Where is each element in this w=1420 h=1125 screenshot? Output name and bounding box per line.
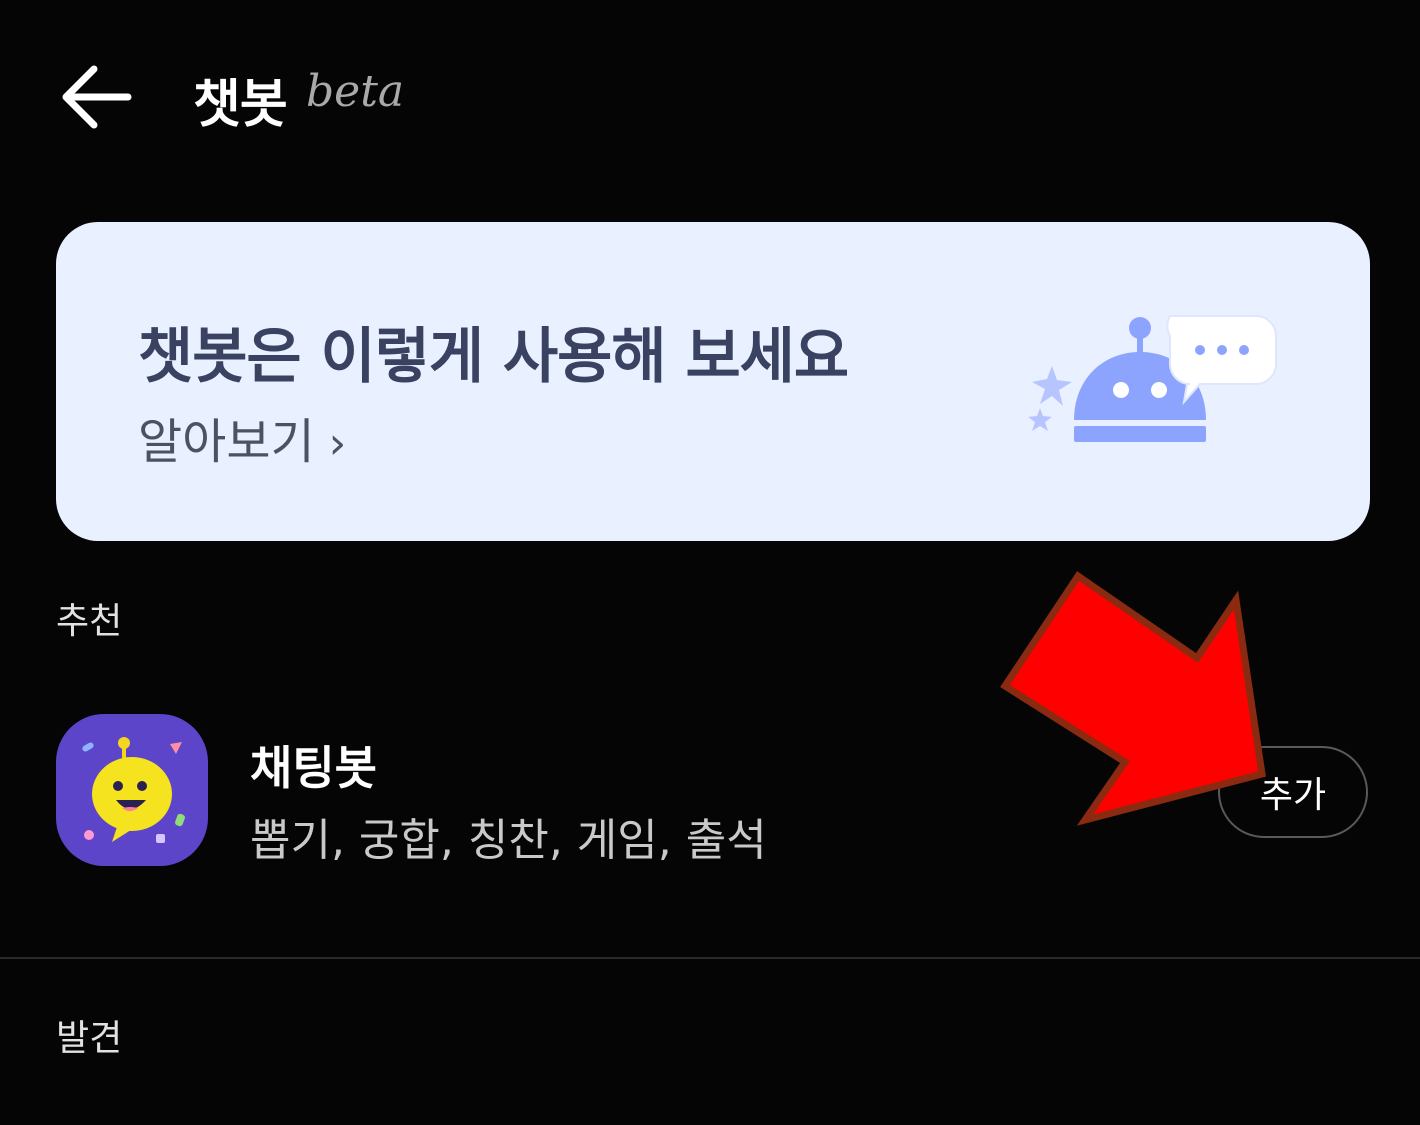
bot-tags: 뽑기, 궁합, 칭찬, 게임, 출석: [250, 815, 767, 866]
page-title: 챗봇: [193, 75, 288, 135]
chevron-right-icon: ›: [328, 418, 347, 469]
bot-name: 채팅봇: [250, 741, 377, 795]
chatting-bot-icon: [56, 714, 208, 866]
list-item-chatting-bot[interactable]: 채팅봇 뽑기, 궁합, 칭찬, 게임, 출석 추가: [0, 700, 1420, 880]
section-discover-label: 발견: [56, 1018, 123, 1059]
learn-more-label: 알아보기: [138, 414, 315, 470]
arrow-left-icon: [62, 65, 132, 129]
beta-badge: beta: [306, 66, 405, 117]
how-to-use-banner[interactable]: 챗봇은 이렇게 사용해 보세요 알아보기 ›: [56, 222, 1370, 541]
divider: [0, 957, 1420, 959]
back-button[interactable]: [50, 55, 140, 139]
robot-speech-bubble-icon: [1028, 315, 1277, 442]
learn-more-link[interactable]: 알아보기 ›: [138, 402, 346, 472]
banner-title: 챗봇은 이렇게 사용해 보세요: [138, 322, 849, 392]
app-bar: 챗봇 beta: [0, 0, 1420, 190]
add-button[interactable]: 추가: [1218, 746, 1368, 838]
section-recommend-label: 추천: [56, 601, 123, 642]
